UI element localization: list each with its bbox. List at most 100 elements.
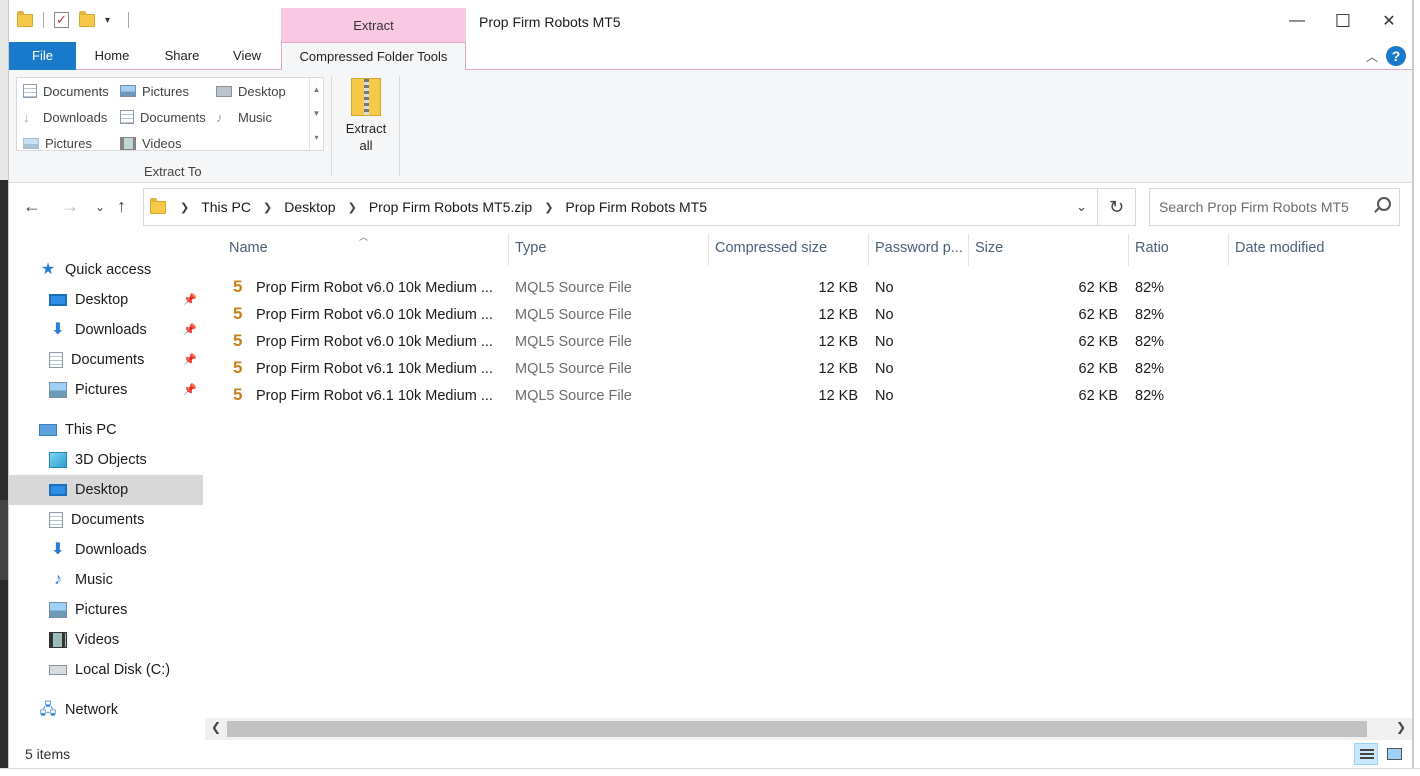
pin-icon[interactable]: 📌 — [183, 323, 197, 336]
extract-to-item[interactable]: Documents — [23, 80, 109, 102]
nav-quick-access[interactable]: ★ Quick access — [9, 255, 203, 285]
column-header-type[interactable]: Type — [515, 240, 546, 262]
breadcrumb-folder[interactable]: Prop Firm Robots MT5 — [565, 199, 707, 215]
nav-desktop[interactable]: Desktop — [9, 475, 203, 505]
scrollbar-thumb[interactable] — [227, 721, 1367, 737]
address-dropdown-chevron-icon[interactable]: ⌄ — [1076, 199, 1087, 215]
column-divider[interactable] — [1128, 234, 1129, 266]
documents-icon — [23, 84, 37, 98]
pin-icon[interactable]: 📌 — [183, 293, 197, 306]
file-ratio: 82% — [1135, 388, 1165, 404]
large-icons-view-icon[interactable] — [1382, 743, 1406, 765]
nav-local-disk[interactable]: Local Disk (C:) — [9, 655, 203, 685]
extract-to-item[interactable]: ↓ Downloads — [23, 106, 107, 128]
horizontal-scrollbar[interactable]: ❮ ❯ — [205, 718, 1412, 740]
nav-3d-objects[interactable]: 3D Objects — [9, 445, 203, 475]
breadcrumb-chevron-icon[interactable]: ❯ — [544, 201, 553, 214]
scroll-left-icon[interactable]: ❮ — [211, 720, 221, 734]
breadcrumb-chevron-icon[interactable]: ❯ — [263, 201, 272, 214]
refresh-button[interactable]: ↻ — [1098, 188, 1136, 226]
forward-arrow-icon[interactable]: → — [61, 196, 79, 217]
nav-quick-desktop[interactable]: Desktop 📌 — [9, 285, 203, 315]
tab-view[interactable]: View — [219, 42, 275, 70]
column-header-name[interactable]: Name — [229, 240, 268, 262]
file-size: 62 KB — [1078, 361, 1119, 377]
column-divider[interactable] — [508, 234, 509, 266]
extract-to-label: Desktop — [238, 83, 286, 99]
gallery-scrollbar[interactable]: ▲ ▼ ▾ — [309, 78, 323, 150]
nav-quick-documents[interactable]: Documents 📌 — [9, 345, 203, 375]
address-bar[interactable]: ❯ This PC ❯ Desktop ❯ Prop Firm Robots M… — [143, 188, 1098, 226]
help-icon[interactable]: ? — [1386, 46, 1406, 66]
column-divider[interactable] — [868, 234, 869, 266]
properties-icon[interactable]: ✓ — [54, 12, 69, 28]
table-row[interactable]: 5 Prop Firm Robot v6.1 10k Medium ... MQ… — [205, 383, 1412, 410]
extract-to-item[interactable]: Documents — [120, 106, 206, 128]
search-box[interactable] — [1149, 188, 1400, 226]
tab-file[interactable]: File — [9, 42, 76, 70]
close-button[interactable]: ✕ — [1366, 6, 1412, 36]
file-list: ︿ Name Type Compressed size Password p..… — [205, 230, 1412, 717]
mql5-file-icon: 5 — [233, 358, 243, 377]
tab-home[interactable]: Home — [81, 42, 143, 70]
extract-to-label: Pictures — [142, 83, 189, 99]
nav-documents[interactable]: Documents — [9, 505, 203, 535]
breadcrumb-desktop[interactable]: Desktop — [284, 199, 335, 215]
breadcrumb-zip[interactable]: Prop Firm Robots MT5.zip — [369, 199, 532, 215]
up-arrow-icon[interactable]: ↑ — [117, 196, 126, 217]
column-header-date-modified[interactable]: Date modified — [1235, 240, 1324, 262]
column-header-size[interactable]: Size — [975, 240, 1003, 262]
gallery-scroll-up-icon[interactable]: ▲ — [310, 78, 323, 102]
recent-locations-chevron-icon[interactable]: ⌄ — [95, 200, 105, 214]
extract-to-item[interactable]: Pictures — [23, 132, 92, 154]
breadcrumb-chevron-icon[interactable]: ❯ — [348, 201, 357, 214]
maximize-button[interactable]: ☐ — [1320, 6, 1366, 36]
gallery-scroll-down-icon[interactable]: ▼ — [310, 102, 323, 126]
extract-to-item[interactable]: ♪ Music — [216, 106, 272, 128]
table-row[interactable]: 5 Prop Firm Robot v6.1 10k Medium ... MQ… — [205, 356, 1412, 383]
breadcrumb-chevron-icon[interactable]: ❯ — [180, 201, 189, 214]
customize-toolbar-dropdown[interactable]: ▾ — [105, 15, 110, 26]
column-divider[interactable] — [708, 234, 709, 266]
file-password: No — [875, 334, 894, 350]
pin-icon[interactable]: 📌 — [183, 353, 197, 366]
computer-icon — [39, 424, 57, 436]
file-name: Prop Firm Robot v6.1 10k Medium ... — [256, 361, 493, 377]
nav-videos[interactable]: Videos — [9, 625, 203, 655]
tab-share[interactable]: Share — [149, 42, 215, 70]
pin-icon[interactable]: 📌 — [183, 383, 197, 396]
nav-label: Desktop — [75, 482, 129, 498]
column-header-compressed-size[interactable]: Compressed size — [715, 240, 827, 262]
nav-downloads[interactable]: ⬇ Downloads — [9, 535, 203, 565]
scroll-right-icon[interactable]: ❯ — [1396, 720, 1406, 734]
nav-pictures[interactable]: Pictures — [9, 595, 203, 625]
gallery-expand-icon[interactable]: ▾ — [310, 126, 323, 150]
nav-network[interactable]: 🖧 Network — [9, 695, 203, 725]
column-header-ratio[interactable]: Ratio — [1135, 240, 1169, 262]
nav-quick-downloads[interactable]: ⬇ Downloads 📌 — [9, 315, 203, 345]
column-divider[interactable] — [968, 234, 969, 266]
search-input[interactable] — [1159, 199, 1359, 215]
table-row[interactable]: 5 Prop Firm Robot v6.0 10k Medium ... MQ… — [205, 302, 1412, 329]
taskbar-sliver — [0, 768, 1420, 776]
back-arrow-icon[interactable]: ← — [23, 196, 41, 217]
nav-music[interactable]: ♪ Music — [9, 565, 203, 595]
file-type: MQL5 Source File — [515, 280, 632, 296]
table-row[interactable]: 5 Prop Firm Robot v6.0 10k Medium ... MQ… — [205, 275, 1412, 302]
nav-this-pc[interactable]: This PC — [9, 415, 203, 445]
minimize-button[interactable]: — — [1274, 6, 1320, 36]
extract-to-item[interactable]: Desktop — [216, 80, 286, 102]
collapse-ribbon-icon[interactable]: ︿ — [1366, 48, 1378, 65]
table-row[interactable]: 5 Prop Firm Robot v6.0 10k Medium ... MQ… — [205, 329, 1412, 356]
extract-all-button[interactable]: Extract all — [345, 78, 387, 154]
desktop-background-left — [0, 0, 8, 776]
nav-quick-pictures[interactable]: Pictures 📌 — [9, 375, 203, 405]
column-divider[interactable] — [1228, 234, 1229, 266]
new-folder-icon[interactable] — [79, 10, 95, 27]
details-view-icon[interactable] — [1354, 743, 1378, 765]
extract-to-item[interactable]: Videos — [120, 132, 182, 154]
breadcrumb-this-pc[interactable]: This PC — [201, 199, 251, 215]
extract-to-item[interactable]: Pictures — [120, 80, 189, 102]
tab-compressed-folder-tools[interactable]: Compressed Folder Tools — [281, 42, 466, 71]
column-header-password[interactable]: Password p... — [875, 240, 963, 262]
